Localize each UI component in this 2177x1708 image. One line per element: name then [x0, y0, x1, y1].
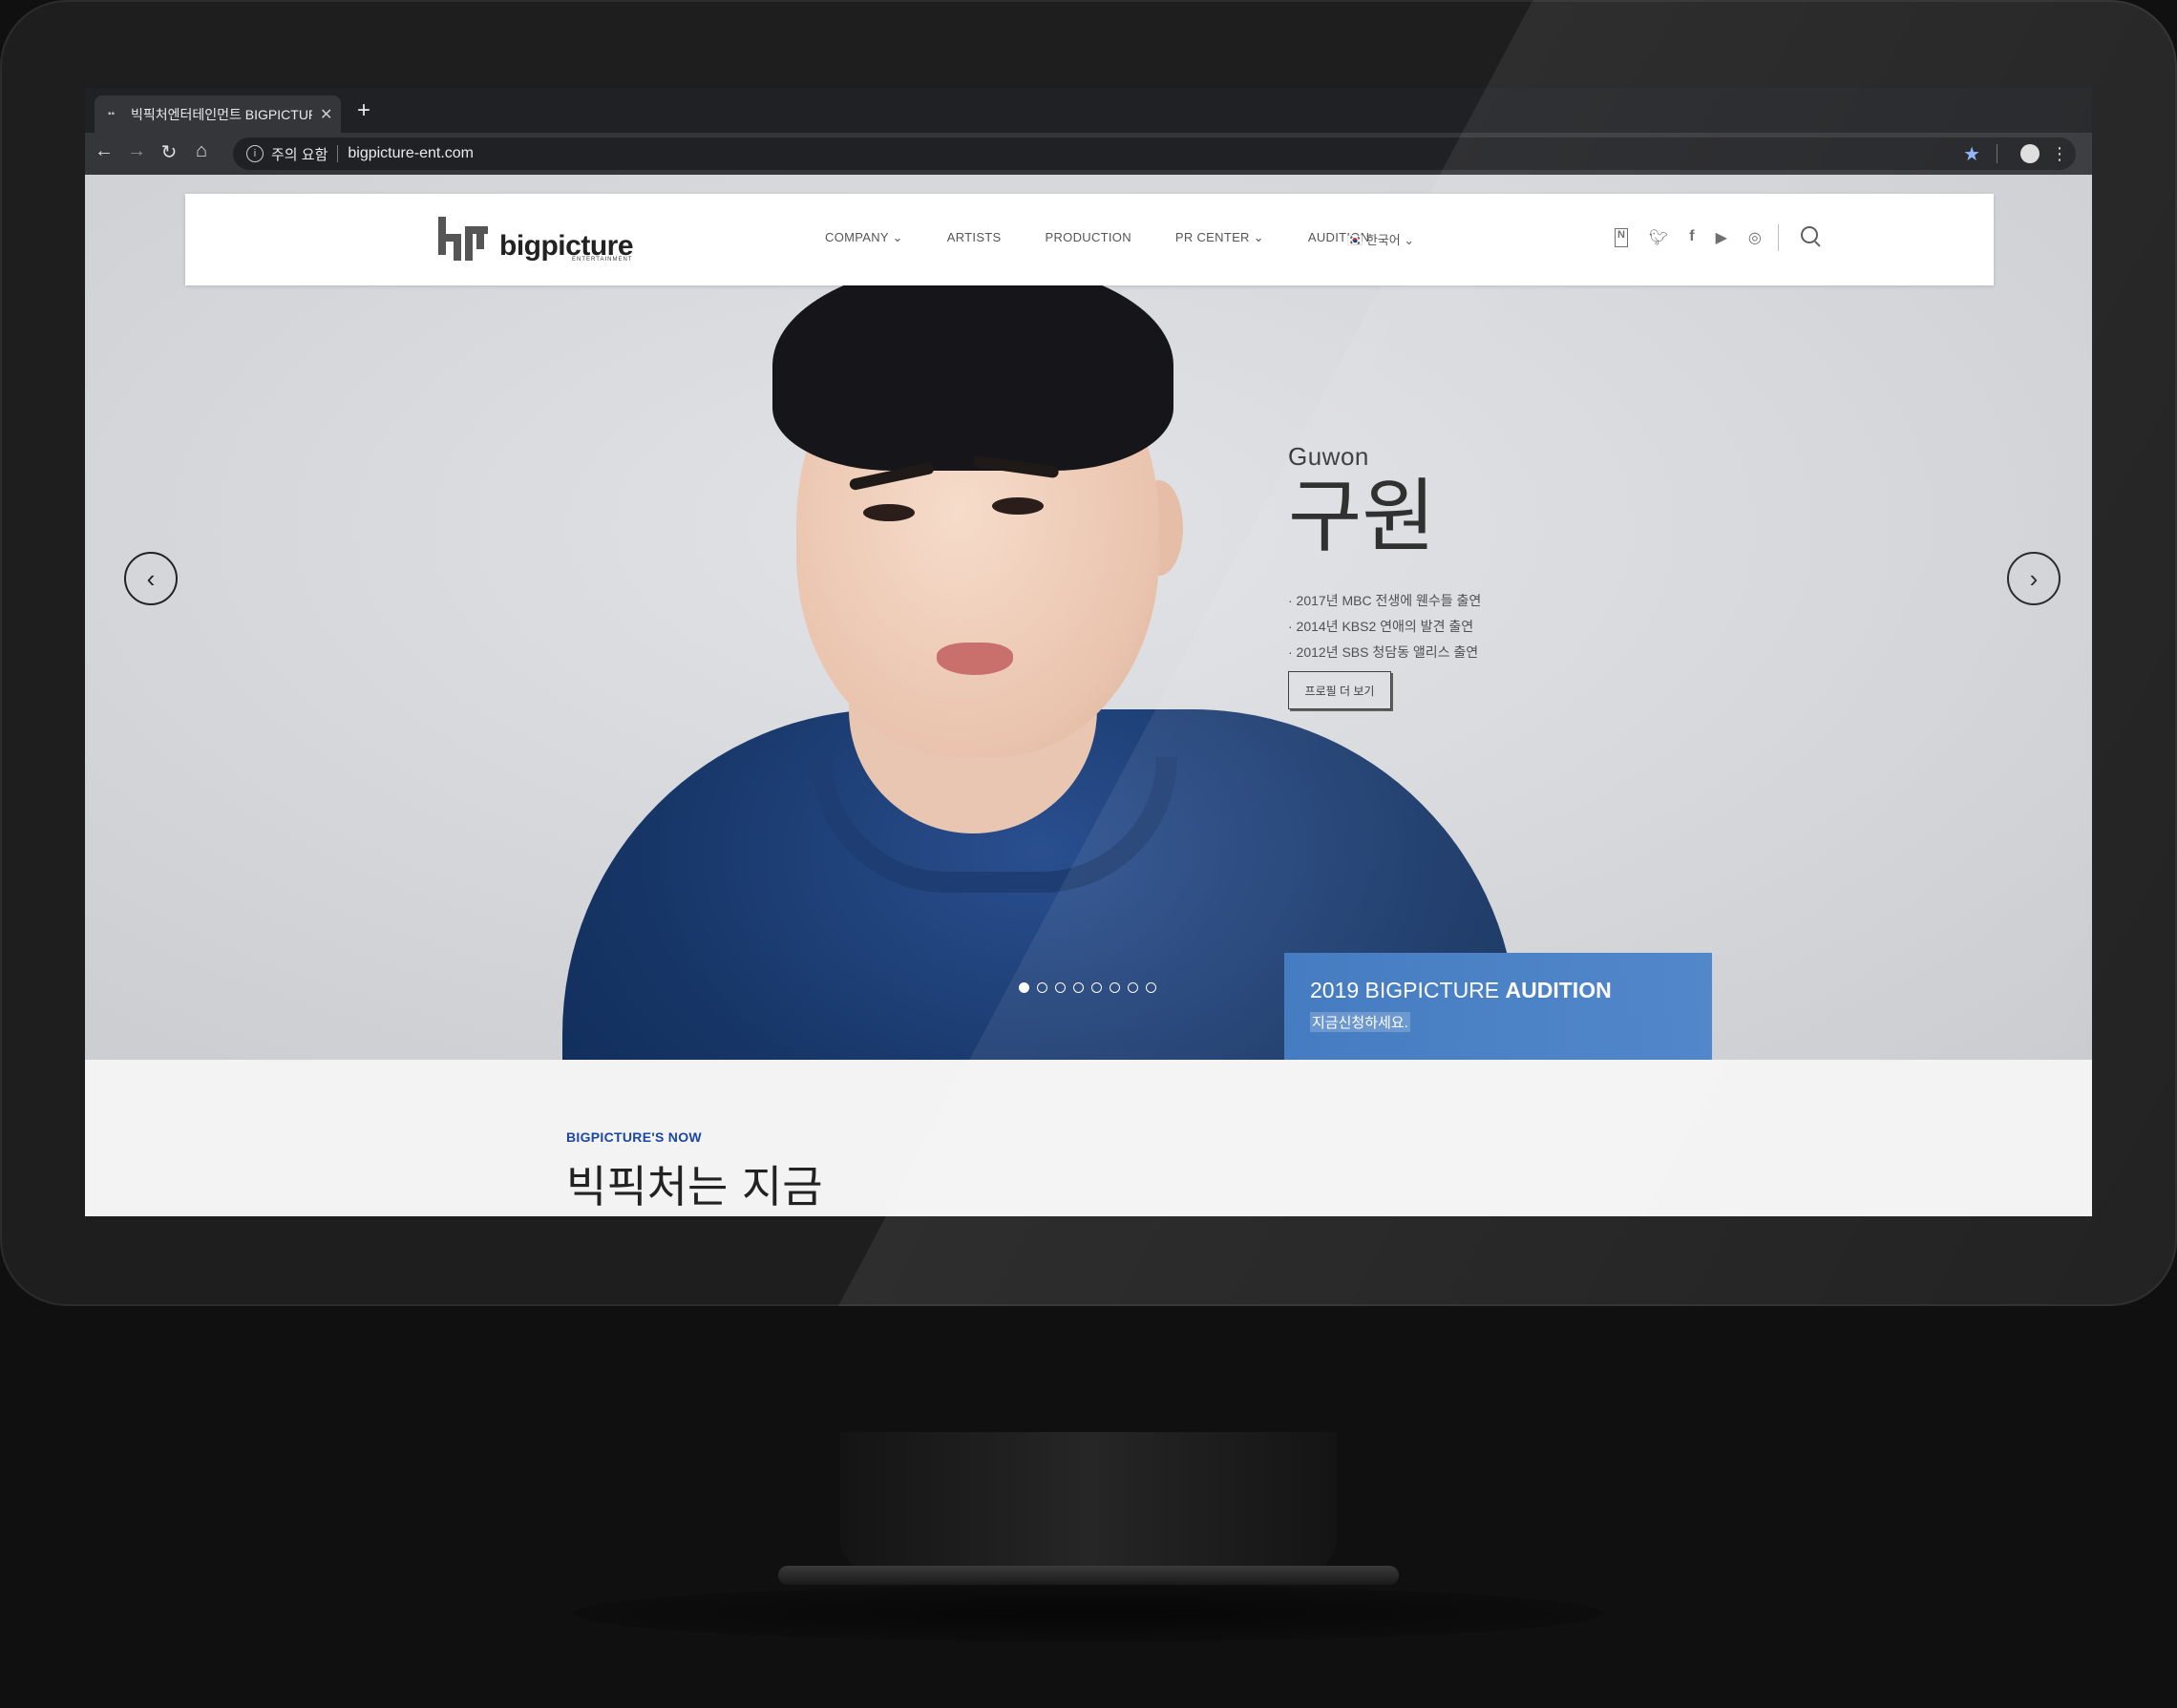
- view-profile-button[interactable]: 프로필 더 보기: [1288, 671, 1391, 709]
- logo-mark-icon: [438, 217, 488, 261]
- screen: ▪▪ 빅픽처엔터테인먼트 BIGPICTURE E ✕ + ← → ↻ ⌂ i …: [85, 88, 2092, 1216]
- artist-korean-name: 구원: [1288, 470, 1436, 563]
- next-slide-icon[interactable]: ›: [2007, 552, 2061, 605]
- browser-toolbar: ← → ↻ ⌂ i 주의 요함 bigpicture-ent.com ★ ⋮: [85, 133, 2092, 175]
- back-icon[interactable]: ←: [93, 140, 116, 162]
- security-label[interactable]: 주의 요함: [271, 144, 328, 164]
- divider: [1778, 224, 1779, 251]
- youtube-icon[interactable]: ▶: [1716, 228, 1727, 247]
- credit-item: · 2017년 MBC 전생에 웬수들 출연: [1288, 593, 1482, 608]
- search-icon[interactable]: [1801, 226, 1818, 243]
- monitor-stand: [840, 1432, 1337, 1575]
- instagram-icon[interactable]: ◎: [1748, 228, 1762, 247]
- tab-title: 빅픽처엔터테인먼트 BIGPICTURE E: [131, 106, 312, 122]
- web-page: bigpicture ENTERTAINMENT COMPANY ⌄ ARTIS…: [85, 175, 2092, 1216]
- credit-item: · 2014년 KBS2 연애의 발견 출연: [1288, 619, 1474, 634]
- slide-pagination: [1019, 982, 1156, 993]
- forward-icon[interactable]: →: [125, 140, 148, 162]
- url-text[interactable]: bigpicture-ent.com: [348, 145, 474, 162]
- main-nav: COMPANY ⌄ ARTISTS PRODUCTION PR CENTER ⌄…: [825, 230, 1413, 245]
- new-tab-button[interactable]: +: [357, 97, 370, 124]
- slide-dot[interactable]: [1110, 982, 1120, 993]
- hero-slider: bigpicture ENTERTAINMENT COMPANY ⌄ ARTIS…: [85, 175, 2092, 1060]
- favicon-icon: ▪▪: [108, 108, 116, 119]
- info-icon[interactable]: i: [246, 145, 264, 162]
- site-header: bigpicture ENTERTAINMENT COMPANY ⌄ ARTIS…: [185, 194, 1994, 285]
- slide-dot[interactable]: [1091, 982, 1102, 993]
- social-links: N 🐦︎ f ▶ ◎: [1615, 228, 1762, 247]
- bookmark-star-icon[interactable]: ★: [1963, 142, 1980, 166]
- slide-dot[interactable]: [1037, 982, 1047, 993]
- credit-item: · 2012년 SBS 청담동 앨리스 출연: [1288, 644, 1479, 660]
- reload-icon[interactable]: ↻: [158, 140, 180, 164]
- korea-flag-icon: 🇰🇷: [1347, 233, 1363, 247]
- artist-english-name: Guwon: [1288, 442, 1369, 471]
- tab-bar: ▪▪ 빅픽처엔터테인먼트 BIGPICTURE E ✕ +: [85, 88, 2092, 133]
- nav-company[interactable]: COMPANY ⌄: [825, 230, 903, 245]
- now-section: BIGPICTURE'S NOW 빅픽처는 지금: [566, 1129, 823, 1215]
- slide-dot[interactable]: [1019, 982, 1029, 993]
- audition-subtitle: 지금신청하세요.: [1310, 1012, 1410, 1032]
- site-logo[interactable]: bigpicture ENTERTAINMENT: [438, 217, 634, 263]
- menu-kebab-icon[interactable]: ⋮: [2051, 144, 2068, 164]
- monitor-shadow: [573, 1585, 1604, 1642]
- address-bar[interactable]: i 주의 요함 bigpicture-ent.com ★ ⋮: [233, 137, 2076, 170]
- slide-dot[interactable]: [1146, 982, 1156, 993]
- slide-dot[interactable]: [1073, 982, 1084, 993]
- section-label: BIGPICTURE'S NOW: [566, 1129, 702, 1145]
- home-icon[interactable]: ⌂: [190, 140, 213, 162]
- language-selector[interactable]: 🇰🇷 한국어 ⌄: [1347, 230, 1414, 248]
- slide-dot[interactable]: [1055, 982, 1066, 993]
- prev-slide-icon[interactable]: ‹: [124, 552, 178, 605]
- logo-subtext: ENTERTAINMENT: [572, 257, 633, 263]
- audition-banner[interactable]: 2019 BIGPICTURE AUDITION 지금신청하세요.: [1284, 953, 1712, 1060]
- browser-tab[interactable]: ▪▪ 빅픽처엔터테인먼트 BIGPICTURE E ✕: [95, 95, 341, 133]
- slide-caption: Guwon 구원 · 2017년 MBC 전생에 웬수들 출연 · 2014년 …: [1288, 442, 1481, 665]
- naver-icon[interactable]: N: [1615, 228, 1628, 247]
- nav-production[interactable]: PRODUCTION: [1046, 230, 1131, 245]
- slide-dot[interactable]: [1128, 982, 1138, 993]
- audition-title: 2019 BIGPICTURE AUDITION: [1310, 978, 1612, 1002]
- divider: [337, 145, 339, 162]
- nav-pr-center[interactable]: PR CENTER ⌄: [1175, 230, 1264, 245]
- close-tab-icon[interactable]: ✕: [320, 105, 332, 124]
- twitter-icon[interactable]: 🐦︎: [1649, 228, 1668, 247]
- artist-credits: · 2017년 MBC 전생에 웬수들 출연 · 2014년 KBS2 연애의 …: [1288, 588, 1481, 665]
- section-title: 빅픽처는 지금: [566, 1161, 823, 1212]
- monitor-base: [778, 1566, 1399, 1585]
- nav-artists[interactable]: ARTISTS: [947, 230, 1002, 245]
- profile-avatar-icon[interactable]: [2020, 144, 2040, 163]
- language-label: 한국어 ⌄: [1365, 233, 1415, 247]
- facebook-icon[interactable]: f: [1689, 228, 1694, 247]
